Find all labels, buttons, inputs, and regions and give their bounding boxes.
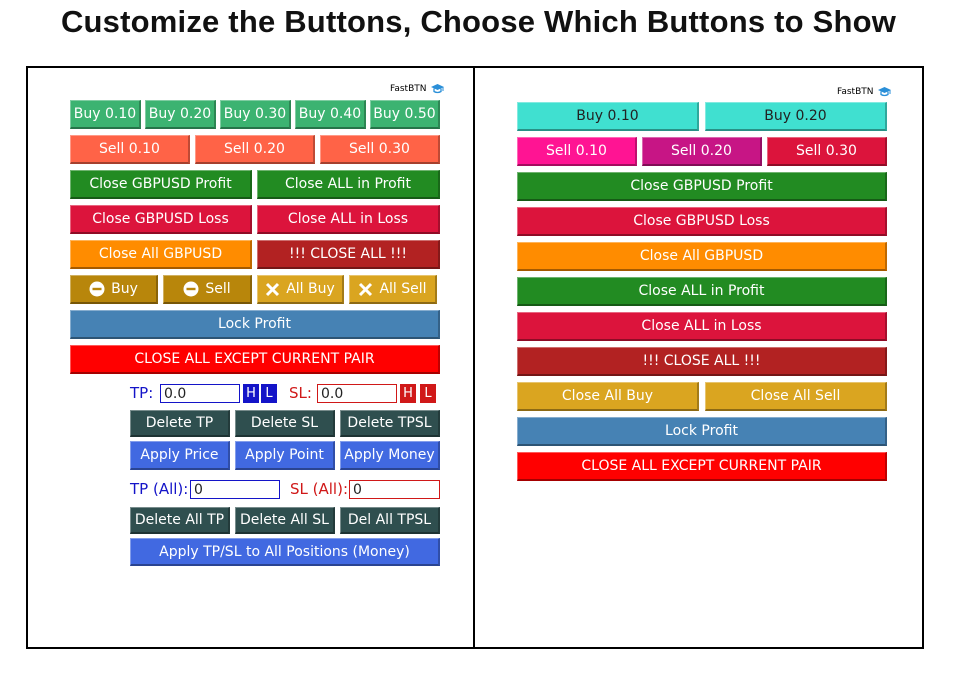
x-close-icon [265, 282, 280, 297]
graduation-cap-icon [430, 84, 444, 94]
tp-high-button[interactable]: H [243, 384, 259, 403]
lock-profit-button[interactable]: Lock Profit [70, 310, 440, 339]
close-all-profit-button[interactable]: Close ALL in Profit [517, 277, 887, 306]
close-all-sell-button[interactable]: Close All Sell [705, 382, 887, 411]
minus-circle-icon [89, 281, 105, 297]
panel-divider [473, 66, 475, 649]
apply-point-button[interactable]: Apply Point [235, 441, 335, 470]
buy-0-50-button[interactable]: Buy 0.50 [370, 100, 440, 129]
del-all-tpsl-button[interactable]: Del All TPSL [340, 507, 440, 534]
sell-0-30-button[interactable]: Sell 0.30 [320, 135, 440, 164]
delete-sl-button[interactable]: Delete SL [235, 410, 335, 437]
close-pair-profit-button[interactable]: Close GBPUSD Profit [517, 172, 887, 201]
close-all-sell-label: All Sell [379, 281, 427, 297]
brand-text: FastBTN [837, 87, 874, 97]
tp-low-button[interactable]: L [261, 384, 277, 403]
apply-price-button[interactable]: Apply Price [130, 441, 230, 470]
tp-label: TP: [130, 384, 154, 402]
buy-0-10-button[interactable]: Buy 0.10 [517, 102, 699, 131]
delete-all-tp-button[interactable]: Delete All TP [130, 507, 230, 534]
close-pair-profit-button[interactable]: Close GBPUSD Profit [70, 170, 252, 199]
delete-tp-button[interactable]: Delete TP [130, 410, 230, 437]
sl-all-label: SL (All): [290, 480, 349, 498]
lock-profit-button[interactable]: Lock Profit [517, 417, 887, 446]
close-all-pair-button[interactable]: Close All GBPUSD [70, 240, 252, 269]
close-all-buy-label: All Buy [286, 281, 335, 297]
close-all-loss-button[interactable]: Close ALL in Loss [517, 312, 887, 341]
close-all-loss-button[interactable]: Close ALL in Loss [257, 205, 440, 234]
close-sell-label: Sell [205, 281, 231, 297]
tp-input[interactable] [160, 384, 240, 403]
close-buy-button[interactable]: Buy [70, 275, 158, 304]
close-pair-loss-button[interactable]: Close GBPUSD Loss [70, 205, 252, 234]
brand-label: FastBTN [390, 83, 445, 95]
apply-money-button[interactable]: Apply Money [340, 441, 440, 470]
brand-label: FastBTN [837, 86, 892, 98]
sell-0-10-button[interactable]: Sell 0.10 [517, 137, 637, 166]
buy-0-40-button[interactable]: Buy 0.40 [295, 100, 366, 129]
brand-text: FastBTN [390, 84, 427, 94]
sell-0-20-button[interactable]: Sell 0.20 [642, 137, 762, 166]
delete-tpsl-button[interactable]: Delete TPSL [340, 410, 440, 437]
close-all-sell-button[interactable]: All Sell [349, 275, 437, 304]
close-all-pair-button[interactable]: Close All GBPUSD [517, 242, 887, 271]
page-title: Customize the Buttons, Choose Which Butt… [60, 4, 897, 39]
buy-0-20-button[interactable]: Buy 0.20 [705, 102, 887, 131]
sl-all-input[interactable] [349, 480, 440, 499]
sell-0-30-button[interactable]: Sell 0.30 [767, 137, 887, 166]
sl-low-button[interactable]: L [420, 384, 436, 403]
close-sell-button[interactable]: Sell [163, 275, 252, 304]
sl-label: SL: [289, 384, 312, 402]
close-all-buy-button[interactable]: All Buy [257, 275, 344, 304]
sell-0-20-button[interactable]: Sell 0.20 [195, 135, 315, 164]
delete-all-sl-button[interactable]: Delete All SL [235, 507, 335, 534]
x-close-icon [358, 282, 373, 297]
close-all-button[interactable]: !!! CLOSE ALL !!! [257, 240, 440, 269]
close-all-button[interactable]: !!! CLOSE ALL !!! [517, 347, 887, 376]
sell-0-10-button[interactable]: Sell 0.10 [70, 135, 190, 164]
close-all-except-current-pair-button[interactable]: CLOSE ALL EXCEPT CURRENT PAIR [70, 345, 440, 374]
close-all-buy-button[interactable]: Close All Buy [517, 382, 699, 411]
close-pair-loss-button[interactable]: Close GBPUSD Loss [517, 207, 887, 236]
close-all-profit-button[interactable]: Close ALL in Profit [257, 170, 440, 199]
close-all-except-current-pair-button[interactable]: CLOSE ALL EXCEPT CURRENT PAIR [517, 452, 887, 481]
apply-all-money-button[interactable]: Apply TP/SL to All Positions (Money) [130, 538, 440, 566]
tp-all-input[interactable] [190, 480, 280, 499]
close-buy-label: Buy [111, 281, 138, 297]
buy-0-10-button[interactable]: Buy 0.10 [70, 100, 141, 129]
buy-0-30-button[interactable]: Buy 0.30 [220, 100, 291, 129]
graduation-cap-icon [877, 87, 891, 97]
sl-high-button[interactable]: H [400, 384, 416, 403]
buy-0-20-button[interactable]: Buy 0.20 [145, 100, 216, 129]
sl-input[interactable] [317, 384, 397, 403]
minus-circle-icon [183, 281, 199, 297]
tp-all-label: TP (All): [130, 480, 189, 498]
